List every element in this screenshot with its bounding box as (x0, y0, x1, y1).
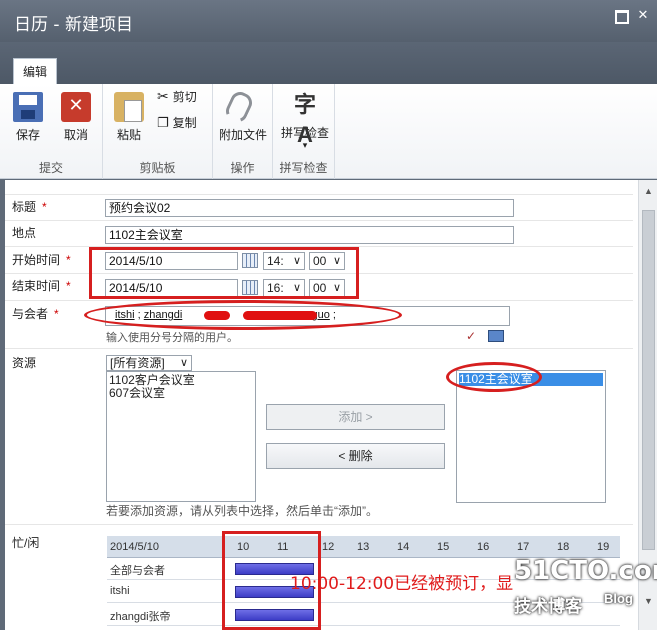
remove-resource-button[interactable]: < 删除 (266, 443, 445, 469)
group-label-spelling: 拼写检查 (279, 161, 328, 175)
add-resource-button[interactable]: 添加 > (266, 404, 445, 430)
cancel-label: 取消 (63, 128, 88, 142)
group-actions: 附加文件 操作 (213, 84, 273, 179)
scroll-thumb[interactable] (642, 210, 655, 550)
save-label: 保存 (15, 128, 40, 142)
copy-icon: ❐ (157, 114, 169, 130)
watermark-sub: 技术博客 (514, 597, 582, 616)
group-label-clipboard: 剪贴板 (139, 161, 176, 175)
paste-label: 粘贴 (116, 128, 141, 142)
group-label-actions: 操作 (230, 161, 255, 175)
attach-label: 附加文件 (218, 128, 267, 142)
group-label-submit: 提交 (38, 161, 63, 175)
title-label: 标题 * (12, 200, 47, 214)
copy-label: 复制 (172, 116, 197, 130)
scissors-icon: ✂ (157, 88, 169, 104)
freebusy-label: 忙/闲 (12, 536, 40, 550)
divider (5, 194, 633, 195)
location-input[interactable]: 1102主会议室 (105, 226, 514, 244)
hour-label: 18 (557, 541, 570, 553)
maximize-icon[interactable] (613, 8, 629, 24)
group-spelling: 字A 拼写检查 ▾ 拼写检查 (273, 84, 335, 179)
title-input[interactable]: 预约会议02 (105, 199, 514, 217)
save-button[interactable]: 保存 (10, 92, 46, 143)
highlight-time-box (89, 247, 359, 299)
end-time-label: 结束时间 * (12, 279, 71, 293)
divider (5, 348, 633, 349)
clipboard-icon (114, 92, 144, 122)
divider (5, 220, 633, 221)
watermark-logo: 51CTO.com (514, 556, 657, 586)
row-label: itshi (110, 585, 130, 597)
check-names-icon[interactable]: ✓ (466, 329, 476, 343)
spellcheck-button[interactable]: 字A 拼写检查 ▾ (277, 90, 333, 150)
hour-label: 14 (397, 541, 410, 553)
window-title: 日历 - 新建项目 (14, 15, 133, 35)
highlight-attendees-oval (84, 300, 402, 330)
window-titlebar: 日历 - 新建项目 ✕ (0, 0, 657, 42)
address-book-icon[interactable] (488, 330, 504, 342)
attendees-label: 与会者 * (12, 307, 59, 321)
spellcheck-icon: 字A (293, 92, 316, 147)
resources-hint: 若要添加资源，请从列表中选择，然后单击“添加”。 (106, 504, 378, 518)
resource-filter-select[interactable]: [所有资源] (106, 355, 192, 371)
available-resources-list[interactable]: 1102客户会议室 607会议室 (106, 371, 256, 502)
divider (5, 524, 633, 525)
save-icon (13, 92, 43, 122)
scroll-down-icon[interactable]: ▼ (643, 596, 654, 608)
hour-label: 12 (322, 541, 335, 553)
scroll-up-icon[interactable]: ▲ (643, 186, 654, 198)
location-label: 地点 (12, 226, 37, 240)
hour-label: 16 (477, 541, 490, 553)
freebusy-date: 2014/5/10 (110, 541, 159, 553)
ribbon-tab-strip: 编辑 (0, 42, 657, 84)
freebusy-header: 2014/5/10 10 11 12 13 14 15 16 17 18 19 (107, 536, 620, 558)
annotation-text: 10:00-12:00已经被预订，显 (290, 574, 514, 594)
hour-label: 13 (357, 541, 370, 553)
list-item[interactable]: 607会议室 (109, 387, 253, 400)
cancel-button[interactable]: ✕ 取消 (58, 92, 94, 143)
hour-label: 17 (517, 541, 530, 553)
paste-button[interactable]: 粘贴 (111, 92, 147, 143)
hour-label: 19 (597, 541, 610, 553)
copy-button[interactable]: ❐ 复制 (157, 114, 197, 131)
cut-label: 剪切 (172, 90, 197, 104)
cut-button[interactable]: ✂ 剪切 (157, 88, 197, 105)
cancel-icon: ✕ (61, 92, 91, 122)
paperclip-icon (222, 88, 258, 126)
close-icon[interactable]: ✕ (635, 8, 651, 22)
row-label: 全部与会者 (110, 565, 165, 577)
row-label: zhangdi张帝 (110, 611, 171, 623)
highlight-resource-oval (446, 362, 542, 392)
attendees-hint: 输入使用分号分隔的用户。 (106, 332, 238, 344)
attach-file-button[interactable]: 附加文件 (215, 88, 271, 143)
group-clipboard: 粘贴 ✂ 剪切 ❐ 复制 剪贴板 (103, 84, 213, 179)
watermark-blog: Blog (604, 591, 633, 606)
resources-label: 资源 (12, 356, 37, 370)
hour-label: 15 (437, 541, 450, 553)
group-submit: 保存 ✕ 取消 提交 (0, 84, 103, 179)
tab-edit[interactable]: 编辑 (13, 58, 57, 84)
ribbon: 保存 ✕ 取消 提交 粘贴 ✂ 剪切 ❐ 复制 剪贴板 附加文件 操作 字A 拼… (0, 84, 657, 179)
start-time-label: 开始时间 * (12, 253, 71, 267)
